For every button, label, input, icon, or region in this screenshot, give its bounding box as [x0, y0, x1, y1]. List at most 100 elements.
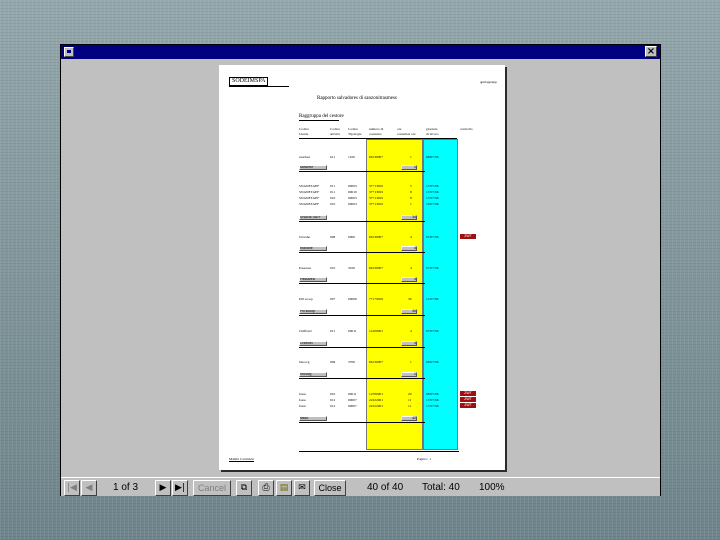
row-attivita: 011 [330, 190, 336, 194]
header-tipologia-1: Codice [348, 127, 358, 131]
row-giornata: 17/07/96 [426, 184, 439, 188]
report-title: Rapporto salvadores di sanzonitrasmess [317, 96, 397, 101]
group-subtotal-label: sanchez [299, 165, 327, 170]
row-tipologia: 1100 [348, 155, 355, 159]
export-icon[interactable]: ▤ [276, 480, 292, 496]
row-tipologia: 00011 [348, 329, 357, 333]
row-numero: 7+1+0001 [369, 297, 384, 301]
row-tipologia: 00011 [348, 392, 357, 396]
group-subtotal-label: hnoovg [299, 372, 327, 377]
row-ore: 30 [408, 297, 412, 301]
system-menu-icon[interactable] [64, 47, 74, 57]
row-numero: 37+13001 [369, 190, 384, 194]
row-utente: Chiffoiel [299, 329, 312, 333]
group-separator [299, 221, 425, 222]
row-numero: 22222001 [369, 398, 383, 402]
row-numero: 6613000+ [369, 235, 384, 239]
page-indicator: 1 of 3 [113, 482, 139, 493]
header-utente-2: Utente [299, 132, 309, 136]
row-utente: Passarea [299, 266, 312, 270]
row-numero: 37+13001 [369, 202, 384, 206]
group-subtotal-value: 4 [401, 246, 417, 251]
row-attivita: 010 [330, 196, 336, 200]
record-count: 40 of 40 [367, 482, 404, 493]
flag-badge: ZWT [460, 397, 476, 402]
close-button[interactable]: Close [314, 480, 346, 496]
window-close-button[interactable]: × [645, 46, 657, 57]
group-separator [299, 252, 425, 253]
header-numero-1: numero di [369, 127, 384, 131]
row-ore: 1 [410, 360, 412, 364]
row-utente: SNANETAEF [299, 184, 320, 188]
row-attivita: 011 [330, 184, 336, 188]
row-attivita: 011 [330, 329, 336, 333]
row-giornata: 19/07/96 [426, 202, 439, 206]
row-numero: 37+13001 [369, 184, 384, 188]
row-tipologia: 00006 [348, 297, 357, 301]
first-page-button[interactable]: |◀ [64, 480, 80, 496]
row-utente: SNANETAEF [299, 196, 320, 200]
row-attivita: 009 [330, 360, 336, 364]
cancel-button[interactable]: Cancel [193, 480, 231, 496]
group-subtotal-label: Chiffoiel [299, 341, 327, 346]
group-subtotal-label: Pill scoop [299, 309, 327, 314]
group-subtotal-label: Passarea [299, 277, 327, 282]
row-tipologia: 00003 [348, 196, 357, 200]
row-utente: bravahe [299, 235, 311, 239]
preview-toolbar: |◀ ◀ 1 of 3 ▶ ▶| Cancel ⧉ ⎙ ▤ ✉ Close 40… [61, 477, 660, 496]
company-underline [229, 86, 289, 87]
row-ore: 5 [410, 184, 412, 188]
row-utente: sanchez [299, 155, 311, 159]
row-numero: 6613000+ [369, 266, 384, 270]
total-count: Total: 40 [422, 482, 460, 493]
row-attivita: 012 [330, 398, 336, 402]
row-ore: 1 [410, 202, 412, 206]
report-date: qpnloppslpp [479, 80, 497, 84]
row-numero: 6613000+ [369, 360, 384, 364]
group-separator [299, 315, 425, 316]
row-tipologia: 00007 [348, 404, 357, 408]
row-numero: 22222001 [369, 404, 383, 408]
group-subtotal-label: bravahe [299, 246, 327, 251]
prev-page-button[interactable]: ◀ [81, 480, 97, 496]
row-attivita: 00+ [330, 297, 336, 301]
flag-badge: ZWT [460, 234, 476, 239]
row-giornata: 17/07/96 [426, 190, 439, 194]
mail-icon[interactable]: ✉ [294, 480, 310, 496]
row-tipologia: 00010 [348, 190, 357, 194]
print-icon[interactable]: ⎙ [258, 480, 274, 496]
row-tipologia: 3700 [348, 360, 355, 364]
header-attivita-1: Codice [330, 127, 340, 131]
row-giornata: 07/07/96 [426, 235, 439, 239]
header-giornata-1: giornata [426, 127, 438, 131]
row-tipologia: 3100 [348, 266, 355, 270]
row-utente: fasso [299, 398, 307, 402]
row-attivita: 010 [330, 392, 336, 396]
group-subtotal-value: 30 [401, 309, 417, 314]
next-page-button[interactable]: ▶ [155, 480, 171, 496]
row-utente: SNANETAEF [299, 190, 320, 194]
group-separator [299, 171, 425, 172]
row-ore: 11 [408, 404, 412, 408]
group-separator [299, 378, 425, 379]
group-subtotal-value: 34 [401, 215, 417, 220]
group-subtotal-value: 4 [401, 277, 417, 282]
group-separator [299, 347, 425, 348]
row-attivita: 012 [330, 404, 336, 408]
header-rule [299, 138, 457, 139]
preview-area[interactable]: SODEIMSPA qpnloppslpp Rapporto salvadore… [61, 59, 660, 477]
row-numero: 14780001 [369, 392, 383, 396]
row-numero: 6613000+ [369, 155, 384, 159]
row-numero: 14100001 [369, 329, 383, 333]
row-utente: fasso [299, 392, 307, 396]
report-preview-window: × SODEIMSPA qpnloppslpp Rapporto salvado… [60, 44, 661, 496]
row-ore: 8 [410, 190, 412, 194]
last-page-button[interactable]: ▶| [172, 480, 188, 496]
row-ore: 4 [410, 329, 412, 333]
header-ore-1: ore [397, 127, 402, 131]
group-subtotal-label: fasso [299, 416, 327, 421]
row-giornata: 17/07/96 [426, 398, 439, 402]
zoom-icon[interactable]: ⧉ [236, 480, 252, 496]
row-ore: 11 [408, 398, 412, 402]
row-numero: 37+13001 [369, 196, 384, 200]
